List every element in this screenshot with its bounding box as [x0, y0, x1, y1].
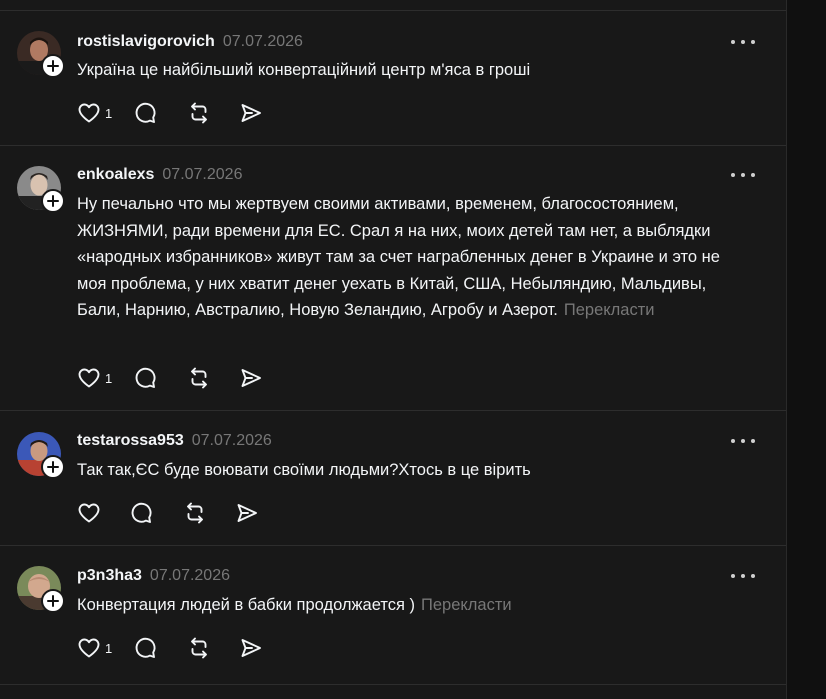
translate-link[interactable]: Перекласти	[564, 301, 655, 319]
heart-icon	[78, 368, 100, 388]
heart-icon	[78, 638, 100, 658]
divider	[0, 10, 786, 11]
comments-feed: rostislavigorovich 07.07.2026 Україна це…	[0, 0, 786, 699]
follow-button[interactable]	[41, 589, 65, 613]
action-bar: 1	[77, 636, 263, 660]
timestamp[interactable]: 07.07.2026	[150, 567, 230, 585]
like-button[interactable]: 1	[77, 101, 133, 125]
comment-icon	[131, 502, 152, 523]
plus-icon	[47, 595, 59, 607]
share-button[interactable]	[239, 366, 263, 390]
post-body: Так так,ЄС буде воювати своїми людьми?Хт…	[77, 461, 531, 479]
reply-button[interactable]	[133, 636, 187, 660]
like-button[interactable]: 1	[77, 636, 133, 660]
heart-icon	[78, 103, 100, 123]
timestamp[interactable]: 07.07.2026	[192, 432, 272, 450]
share-icon	[241, 369, 261, 387]
more-icon[interactable]	[731, 34, 755, 50]
post-header: p3n3ha3 07.07.2026	[77, 564, 230, 588]
follow-button[interactable]	[41, 189, 65, 213]
post-header: testarossa953 07.07.2026	[77, 429, 272, 453]
post-header: rostislavigorovich 07.07.2026	[77, 30, 303, 54]
comment-icon	[135, 367, 156, 388]
reply-button[interactable]	[133, 101, 187, 125]
username[interactable]: rostislavigorovich	[77, 33, 215, 51]
right-rail	[786, 0, 826, 699]
post-text: Так так,ЄС буде воювати своїми людьми?Хт…	[77, 457, 727, 484]
action-bar: 1	[77, 101, 263, 125]
repost-icon	[191, 367, 207, 389]
username[interactable]: p3n3ha3	[77, 567, 142, 585]
like-count: 1	[105, 105, 113, 121]
comment-icon	[135, 637, 156, 658]
like-count: 1	[105, 640, 113, 656]
action-bar	[77, 501, 259, 525]
share-button[interactable]	[235, 501, 259, 525]
heart-icon	[78, 503, 100, 523]
repost-button[interactable]	[187, 636, 239, 660]
like-button[interactable]: 1	[77, 366, 133, 390]
more-icon[interactable]	[731, 167, 755, 183]
comment-icon	[135, 102, 156, 123]
repost-button[interactable]	[183, 501, 235, 525]
post-text: Конвертация людей в бабки продолжается )…	[77, 592, 727, 619]
divider	[0, 684, 786, 685]
reply-button[interactable]	[129, 501, 183, 525]
more-icon[interactable]	[731, 433, 755, 449]
share-button[interactable]	[239, 101, 263, 125]
share-button[interactable]	[239, 636, 263, 660]
follow-button[interactable]	[41, 455, 65, 479]
more-icon[interactable]	[731, 568, 755, 584]
avatar[interactable]	[17, 432, 65, 479]
divider	[0, 145, 786, 146]
divider	[0, 410, 786, 411]
plus-icon	[47, 195, 59, 207]
plus-icon	[47, 60, 59, 72]
repost-button[interactable]	[187, 366, 239, 390]
post-header: enkoalexs 07.07.2026	[77, 163, 242, 187]
follow-button[interactable]	[41, 54, 65, 78]
reply-button[interactable]	[133, 366, 187, 390]
action-bar: 1	[77, 366, 263, 390]
post-text: Ну печально что мы жертвуем своими актив…	[77, 191, 727, 324]
timestamp[interactable]: 07.07.2026	[162, 166, 242, 184]
post-body: Україна це найбільший конвертаційний цен…	[77, 61, 531, 79]
share-icon	[241, 104, 261, 122]
repost-button[interactable]	[187, 101, 239, 125]
plus-icon	[47, 461, 59, 473]
share-icon	[237, 504, 257, 522]
avatar[interactable]	[17, 566, 65, 613]
username[interactable]: testarossa953	[77, 432, 184, 450]
like-count: 1	[105, 370, 113, 386]
translate-link[interactable]: Перекласти	[421, 596, 512, 614]
username[interactable]: enkoalexs	[77, 166, 154, 184]
repost-icon	[191, 637, 207, 659]
post-text: Україна це найбільший конвертаційний цен…	[77, 57, 727, 84]
share-icon	[241, 639, 261, 657]
timestamp[interactable]: 07.07.2026	[223, 33, 303, 51]
divider	[0, 545, 786, 546]
repost-icon	[187, 502, 203, 524]
like-button[interactable]	[77, 501, 129, 525]
avatar[interactable]	[17, 31, 65, 78]
avatar[interactable]	[17, 166, 65, 213]
repost-icon	[191, 102, 207, 124]
post-body: Конвертация людей в бабки продолжается )	[77, 596, 415, 614]
